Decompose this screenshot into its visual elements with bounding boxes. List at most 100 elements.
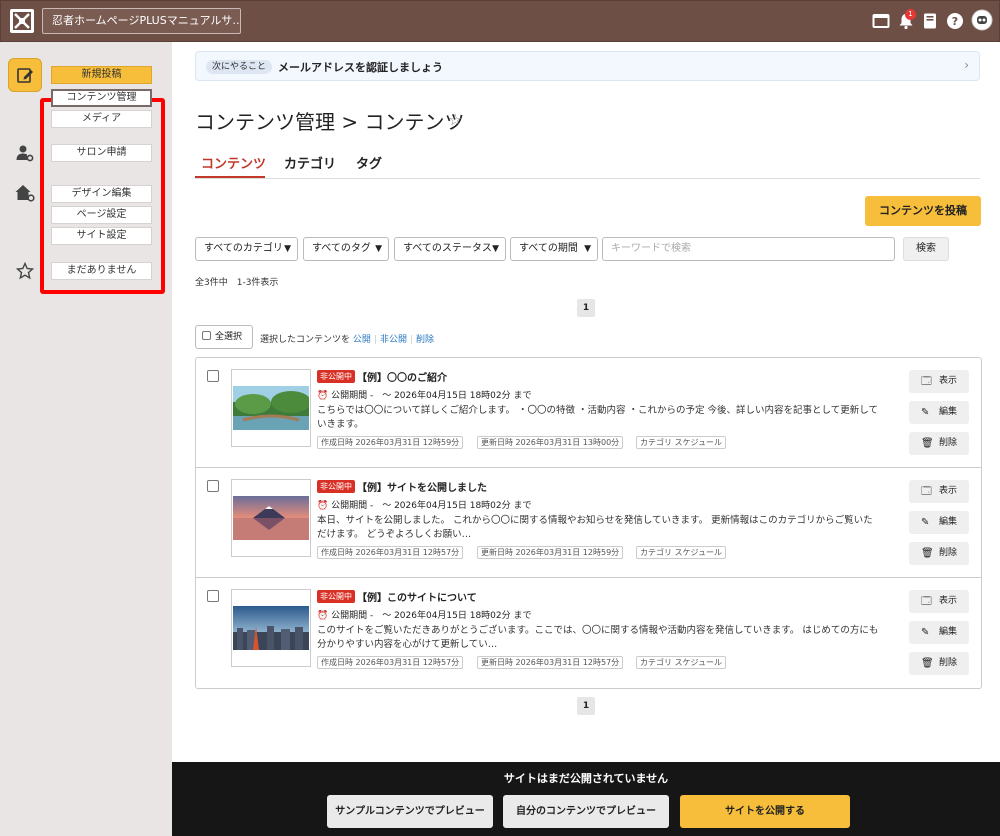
item-description: 本日、サイトを公開しました。 これから〇〇に関する情報やお知らせを発信していきま… [317, 515, 873, 540]
tab-categories[interactable]: カテゴリ [284, 153, 336, 172]
period-filter[interactable]: すべての期間 ▼ [510, 237, 598, 261]
menu-media[interactable]: メディア [51, 110, 152, 128]
status-badge: 非公開中 [317, 370, 355, 383]
chevron-right-icon: › [964, 58, 969, 72]
bulk-unpublish-link[interactable]: 非公開 [380, 335, 407, 345]
trash-icon: 🗑 [921, 438, 934, 449]
svg-text:?: ? [952, 15, 958, 28]
menu-salon[interactable]: サロン申請 [51, 144, 152, 162]
delete-button[interactable]: 🗑 削除 [909, 652, 969, 675]
updated-date: 更新日時 2026年03月31日 12時59分 [477, 546, 624, 559]
bulk-actions: 選択したコンテンツを 公開 | 非公開 | 削除 [260, 335, 435, 345]
window-icon: 🗔 [921, 596, 932, 607]
chevron-down-icon: ▼ [284, 244, 291, 254]
publish-site-button[interactable]: サイトを公開する [680, 795, 850, 828]
pencil-icon: ✎ [921, 627, 930, 638]
created-date: 作成日時 2026年03月31日 12時57分 [317, 656, 464, 669]
edit-button[interactable]: ✎ 編集 [909, 511, 969, 534]
status-badge: 非公開中 [317, 480, 355, 493]
window-icon: 🗔 [921, 486, 932, 497]
edit-button[interactable]: ✎ 編集 [909, 401, 969, 424]
favorites-empty: まだありません [51, 262, 152, 280]
tab-active-indicator [195, 176, 265, 178]
window-icon[interactable] [872, 12, 890, 30]
edit-button[interactable]: ✎ 編集 [909, 621, 969, 644]
item-title[interactable]: 【例】サイトを公開しました [357, 479, 487, 494]
status-badge: 非公開中 [317, 590, 355, 603]
pagination-top-page-1[interactable]: 1 [577, 299, 595, 317]
post-content-button[interactable]: コンテンツを投稿 [865, 196, 981, 226]
alarm-icon: ⏰ [317, 501, 329, 511]
pagination-bottom-page-1[interactable]: 1 [577, 697, 595, 715]
updated-date: 更新日時 2026年03月31日 13時00分 [477, 436, 624, 449]
pencil-icon: ✎ [921, 407, 930, 418]
menu-content-manage[interactable]: コンテンツ管理 [51, 89, 152, 107]
keyword-search-input[interactable]: キーワードで検索 [602, 237, 895, 261]
book-icon[interactable] [921, 12, 939, 30]
window-icon: 🗔 [921, 376, 932, 387]
chevron-down-icon: ▼ [492, 244, 499, 254]
checkbox-icon [202, 331, 211, 340]
status-filter[interactable]: すべてのステータス ▼ [394, 237, 506, 261]
item-description: このサイトをご覧いただきありがとうございます。ここでは、〇〇に関する情報や活動内… [317, 625, 879, 650]
tab-bar: コンテンツ カテゴリ タグ [195, 150, 980, 179]
site-selector[interactable]: 忍者ホームページPLUSマニュアルサ… [42, 8, 241, 34]
delete-button[interactable]: 🗑 削除 [909, 432, 969, 455]
updated-date: 更新日時 2026年03月31日 12時57分 [477, 656, 624, 669]
item-title[interactable]: 【例】このサイトについて [357, 589, 477, 604]
list-item: 非公開中 【例】サイトを公開しました ⏰ 公開期間 - ～ 2026年04月15… [196, 468, 981, 578]
todo-notice[interactable]: 次にやること メールアドレスを認証しましょう › [195, 51, 980, 81]
alarm-icon: ⏰ [317, 391, 329, 401]
page-title: コンテンツ管理 > コンテンツ [195, 110, 465, 134]
edit-icon[interactable] [8, 58, 42, 92]
preview-own-button[interactable]: 自分のコンテンツでプレビュー [503, 795, 669, 828]
item-title[interactable]: 【例】〇〇のご紹介 [357, 369, 447, 384]
list-item: 非公開中 【例】このサイトについて ⏰ 公開期間 - ～ 2026年04月15日… [196, 578, 981, 688]
item-period: ⏰ 公開期間 - ～ 2026年04月15日 18時02分 まで [317, 391, 532, 401]
favorite-star-icon[interactable]: ☆ [448, 110, 462, 129]
bulk-delete-link[interactable]: 削除 [416, 335, 434, 345]
menu-new-post[interactable]: 新規投稿 [51, 66, 152, 84]
bulk-publish-link[interactable]: 公開 [353, 335, 371, 345]
category-tag: カテゴリ スケジュール [636, 656, 726, 669]
delete-button[interactable]: 🗑 削除 [909, 542, 969, 565]
row-checkbox[interactable] [207, 480, 219, 492]
created-date: 作成日時 2026年03月31日 12時59分 [317, 436, 464, 449]
item-thumbnail [231, 479, 311, 557]
tab-contents[interactable]: コンテンツ [201, 153, 266, 172]
logo-icon[interactable] [10, 9, 34, 33]
item-thumbnail [231, 369, 311, 447]
menu-design[interactable]: デザイン編集 [51, 185, 152, 203]
item-thumbnail [231, 589, 311, 667]
menu-site-settings[interactable]: サイト設定 [51, 227, 152, 245]
category-filter[interactable]: すべてのカテゴリ ▼ [195, 237, 298, 261]
item-description: こちらでは〇〇について詳しくご紹介します。 ・〇〇の特徴 ・活動内容 ・これから… [317, 405, 878, 430]
item-period: ⏰ 公開期間 - ～ 2026年04月15日 18時02分 まで [317, 611, 532, 621]
view-button[interactable]: 🗔 表示 [909, 480, 969, 503]
tag-filter[interactable]: すべてのタグ ▼ [303, 237, 389, 261]
created-date: 作成日時 2026年03月31日 12時57分 [317, 546, 464, 559]
tab-tags[interactable]: タグ [356, 153, 382, 172]
star-icon[interactable] [8, 254, 42, 288]
row-checkbox[interactable] [207, 590, 219, 602]
avatar-icon[interactable] [971, 9, 993, 31]
chevron-down-icon: ▼ [584, 244, 591, 254]
view-button[interactable]: 🗔 表示 [909, 370, 969, 393]
select-all-checkbox[interactable]: 全選択 [195, 325, 253, 349]
main-content: 次にやること メールアドレスを認証しましょう › コンテンツ管理 > コンテンツ… [172, 42, 1000, 762]
content-list: 非公開中 【例】〇〇のご紹介 ⏰ 公開期間 - ～ 2026年04月15日 18… [195, 357, 982, 689]
trash-icon: 🗑 [921, 658, 934, 669]
search-button[interactable]: 検索 [903, 237, 949, 261]
user-settings-icon[interactable] [8, 136, 42, 170]
menu-page-settings[interactable]: ページ設定 [51, 206, 152, 224]
preview-sample-button[interactable]: サンプルコンテンツでプレビュー [327, 795, 493, 828]
row-checkbox[interactable] [207, 370, 219, 382]
view-button[interactable]: 🗔 表示 [909, 590, 969, 613]
home-settings-icon[interactable] [8, 176, 42, 210]
alarm-icon: ⏰ [317, 611, 329, 621]
chevron-down-icon: ▼ [375, 244, 382, 254]
sidebar: 新規投稿 コンテンツ管理 メディア サロン申請 デザイン編集 ページ設定 サイト… [0, 42, 172, 836]
help-icon[interactable]: ? [946, 12, 964, 30]
notice-tag: 次にやること [206, 60, 273, 74]
item-period: ⏰ 公開期間 - ～ 2026年04月15日 18時02分 まで [317, 501, 532, 511]
